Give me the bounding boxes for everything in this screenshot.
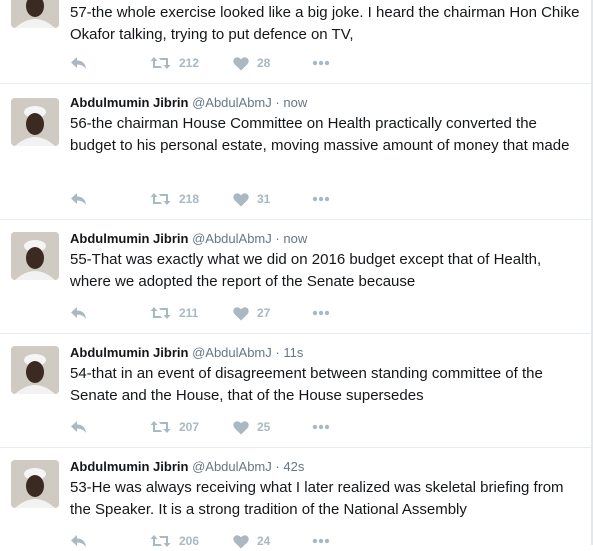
tweet-time[interactable]: now (283, 95, 307, 110)
retweet-count: 212 (179, 56, 200, 70)
retweet-button[interactable]: 211 (150, 303, 198, 323)
tweet-53: Abdulmumin Jibrin @AbdulAbmJ · 42s 53-He… (0, 448, 591, 548)
reply-icon (71, 535, 86, 547)
author-name[interactable]: Abdulmumin Jibrin (70, 95, 188, 110)
reply-icon (71, 421, 86, 433)
reply-button[interactable] (70, 189, 88, 209)
heart-icon (233, 306, 249, 320)
tweet-text: 54-that in an event of disagreement betw… (70, 365, 543, 404)
more-button[interactable] (312, 53, 330, 73)
separator-dot: · (275, 459, 280, 474)
more-icon (312, 310, 330, 316)
reply-button[interactable] (70, 531, 88, 551)
more-button[interactable] (312, 531, 330, 551)
separator-dot: · (275, 95, 280, 110)
heart-icon (233, 420, 249, 434)
retweet-count: 206 (179, 534, 200, 548)
like-button[interactable]: 27 (233, 303, 270, 323)
more-icon (312, 196, 330, 202)
like-count: 28 (257, 56, 271, 70)
more-icon (312, 538, 330, 544)
retweet-count: 211 (179, 306, 199, 320)
tweet-actions: 218 31 (70, 189, 370, 209)
tweet-actions: 206 24 (70, 531, 370, 551)
avatar[interactable] (11, 0, 59, 28)
more-icon (312, 424, 330, 430)
author-name[interactable]: Abdulmumin Jibrin (70, 345, 188, 360)
like-button[interactable]: 24 (233, 531, 270, 551)
like-count: 27 (257, 306, 271, 320)
tweet-time[interactable]: 11s (283, 345, 303, 360)
heart-icon (233, 56, 249, 70)
tweet-actions: 212 28 (70, 53, 370, 73)
author-handle[interactable]: @AbdulAbmJ (192, 459, 272, 474)
separator-dot: · (275, 231, 280, 246)
tweet-56: Abdulmumin Jibrin @AbdulAbmJ · now 56-th… (0, 84, 591, 220)
retweet-icon (150, 307, 171, 319)
avatar[interactable] (11, 232, 59, 280)
heart-icon (233, 192, 249, 206)
tweet-header: Abdulmumin Jibrin @AbdulAbmJ · now (70, 95, 307, 113)
author-name[interactable]: Abdulmumin Jibrin (70, 231, 188, 246)
separator-dot: · (275, 345, 280, 360)
avatar[interactable] (11, 460, 59, 508)
tweet-text: 53-He was always receiving what I later … (70, 479, 564, 518)
retweet-button[interactable]: 206 (150, 531, 199, 551)
author-handle[interactable]: @AbdulAbmJ (192, 95, 272, 110)
tweet-57: 57-the whole exercise looked like a big … (0, 0, 591, 84)
tweet-time[interactable]: 42s (283, 459, 304, 474)
like-count: 24 (257, 534, 271, 548)
like-count: 25 (257, 420, 271, 434)
like-button[interactable]: 28 (233, 53, 270, 73)
tweet-header: Abdulmumin Jibrin @AbdulAbmJ · now (70, 231, 307, 249)
heart-icon (233, 534, 249, 548)
like-count: 31 (257, 192, 271, 206)
tweet-header: Abdulmumin Jibrin @AbdulAbmJ · 11s (70, 345, 303, 363)
author-handle[interactable]: @AbdulAbmJ (192, 345, 272, 360)
tweet-actions: 207 25 (70, 417, 370, 437)
retweet-icon (150, 193, 171, 205)
tweet-text: 57-the whole exercise looked like a big … (70, 4, 580, 43)
tweet-55: Abdulmumin Jibrin @AbdulAbmJ · now 55-Th… (0, 220, 591, 334)
retweet-count: 207 (179, 420, 200, 434)
reply-icon (71, 57, 86, 69)
more-button[interactable] (312, 189, 330, 209)
avatar[interactable] (11, 346, 59, 394)
retweet-icon (150, 421, 171, 433)
author-name[interactable]: Abdulmumin Jibrin (70, 459, 188, 474)
more-button[interactable] (312, 303, 330, 323)
retweet-button[interactable]: 207 (150, 417, 199, 437)
tweet-actions: 211 27 (70, 303, 370, 323)
retweet-button[interactable]: 218 (150, 189, 199, 209)
retweet-count: 218 (179, 192, 200, 206)
retweet-button[interactable]: 212 (150, 53, 199, 73)
tweet-time[interactable]: now (283, 231, 307, 246)
tweet-54: Abdulmumin Jibrin @AbdulAbmJ · 11s 54-th… (0, 334, 591, 448)
like-button[interactable]: 31 (233, 189, 270, 209)
reply-button[interactable] (70, 53, 88, 73)
tweet-header: Abdulmumin Jibrin @AbdulAbmJ · 42s (70, 459, 304, 477)
tweet-text: 55-That was exactly what we did on 2016 … (70, 251, 542, 290)
reply-button[interactable] (70, 417, 88, 437)
reply-button[interactable] (70, 303, 88, 323)
author-handle[interactable]: @AbdulAbmJ (192, 231, 272, 246)
more-icon (312, 60, 330, 66)
tweet-text: 56-the chairman House Committee on Healt… (70, 115, 570, 154)
avatar[interactable] (11, 98, 59, 146)
reply-icon (71, 307, 86, 319)
reply-icon (71, 193, 86, 205)
like-button[interactable]: 25 (233, 417, 270, 437)
more-button[interactable] (312, 417, 330, 437)
retweet-icon (150, 535, 171, 547)
retweet-icon (150, 57, 171, 69)
